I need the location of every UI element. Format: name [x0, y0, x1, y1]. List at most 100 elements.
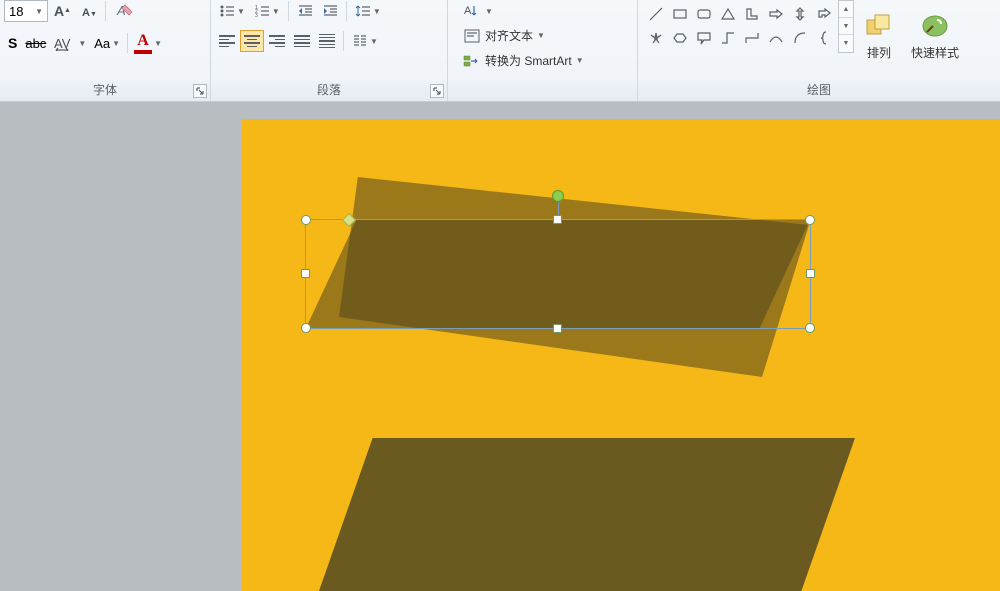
font-color-swatch: [134, 50, 152, 54]
shape-rectangle[interactable]: [668, 2, 692, 26]
line-spacing-button[interactable]: ▼: [351, 0, 385, 22]
align-text-button[interactable]: 对齐文本 ▼: [458, 24, 589, 47]
gallery-up-button[interactable]: ▲: [839, 1, 853, 18]
shape-star[interactable]: [644, 26, 668, 50]
arrange-icon: [863, 10, 895, 42]
bullets-button[interactable]: ▼: [215, 0, 249, 22]
shape-callout[interactable]: [692, 26, 716, 50]
decrease-indent-icon: [297, 3, 313, 19]
font-color-icon: A: [137, 32, 149, 50]
shape-brace[interactable]: [812, 26, 836, 50]
change-case-button[interactable]: Aa ▼: [90, 32, 124, 54]
slide-canvas[interactable]: [241, 119, 1000, 591]
shape-l[interactable]: [740, 2, 764, 26]
dropdown-arrow-icon: ▼: [78, 39, 86, 48]
svg-text:A: A: [464, 5, 472, 17]
paragraph-group-launcher[interactable]: [430, 84, 444, 98]
divider: [127, 33, 128, 53]
dropdown-arrow-icon: ▼: [237, 7, 245, 16]
text-direction-icon: A: [463, 3, 481, 19]
align-right-button[interactable]: [265, 30, 289, 52]
resize-handle-br[interactable]: [805, 323, 815, 333]
shape-line[interactable]: [644, 2, 668, 26]
distribute-icon: [319, 34, 335, 49]
font-color-button[interactable]: A ▼: [131, 30, 165, 56]
shapes-gallery[interactable]: [644, 0, 836, 53]
shape-hexagon[interactable]: [668, 26, 692, 50]
smartart-icon: [463, 53, 481, 69]
font-group-launcher[interactable]: [193, 84, 207, 98]
resize-handle-ml[interactable]: [301, 269, 310, 278]
shrink-font-icon: A▼: [80, 3, 96, 19]
arrange-button[interactable]: 排列: [856, 0, 902, 70]
shape-rounded-rect[interactable]: [692, 2, 716, 26]
strikethrough-button[interactable]: S: [4, 32, 21, 54]
smartart-button[interactable]: 转换为 SmartArt ▼: [458, 49, 589, 72]
align-left-button[interactable]: [215, 30, 239, 52]
distribute-button[interactable]: [315, 30, 339, 52]
ribbon: 18 ▼ A▲ A▼ A S: [0, 0, 1000, 102]
dropdown-arrow-icon: ▼: [35, 7, 43, 16]
dropdown-arrow-icon: ▼: [154, 39, 162, 48]
change-case-icon: Aa: [94, 36, 110, 51]
grow-font-button[interactable]: A▲: [50, 0, 74, 22]
gallery-down-button[interactable]: ▼: [839, 18, 853, 35]
justify-button[interactable]: [290, 30, 314, 52]
clear-format-button[interactable]: A: [111, 0, 139, 22]
shapes-gallery-scroll: ▲ ▼ ▼: [838, 0, 854, 53]
strikethrough2-icon: abc: [25, 36, 46, 51]
line-spacing-icon: [355, 3, 371, 19]
align-text-label: 对齐文本: [485, 27, 533, 44]
dropdown-arrow-icon: ▼: [576, 56, 584, 65]
char-spacing-button[interactable]: AV ▼: [50, 32, 90, 54]
shape-connector2[interactable]: [740, 26, 764, 50]
bullets-icon: [219, 3, 235, 19]
resize-handle-tl[interactable]: [301, 215, 311, 225]
svg-text:3: 3: [255, 13, 258, 19]
align-center-button[interactable]: [240, 30, 264, 52]
selected-parallelogram-shape[interactable]: [306, 220, 810, 328]
dropdown-arrow-icon: ▼: [370, 37, 378, 46]
shape-arc[interactable]: [788, 26, 812, 50]
decrease-indent-button[interactable]: [293, 0, 317, 22]
shape-arrow-updown[interactable]: [788, 2, 812, 26]
drawing-group: ▲ ▼ ▼ 排列 快速样式: [638, 0, 1000, 101]
dropdown-arrow-icon: ▼: [112, 39, 120, 48]
align-left-icon: [219, 35, 235, 47]
svg-text:A: A: [54, 3, 64, 19]
gallery-more-button[interactable]: ▼: [839, 35, 853, 52]
text-direction-button[interactable]: A ▼: [458, 0, 589, 22]
clear-format-icon: A: [115, 2, 135, 20]
shape-arrow-turn[interactable]: [812, 2, 836, 26]
shape-curve[interactable]: [764, 26, 788, 50]
shape-connector[interactable]: [716, 26, 740, 50]
shrink-font-button[interactable]: A▼: [76, 0, 100, 22]
quick-style-button[interactable]: 快速样式: [904, 0, 966, 70]
svg-text:▲: ▲: [64, 7, 70, 14]
divider: [346, 1, 347, 21]
strikethrough2-button[interactable]: abc: [21, 32, 50, 54]
workspace: [0, 102, 1000, 591]
smartart-label: 转换为 SmartArt: [485, 52, 572, 69]
svg-text:A: A: [82, 7, 90, 19]
columns-button[interactable]: ▼: [348, 30, 382, 52]
font-size-value: 18: [9, 4, 23, 19]
resize-handle-mr[interactable]: [806, 269, 815, 278]
divider: [288, 1, 289, 21]
paragraph-group: ▼ 1 2 3 ▼: [211, 0, 448, 101]
increase-indent-button[interactable]: [318, 0, 342, 22]
bottom-parallelogram-shape[interactable]: [319, 438, 855, 591]
increase-indent-icon: [322, 3, 338, 19]
dropdown-arrow-icon: ▼: [485, 7, 493, 16]
shape-arrow-right[interactable]: [764, 2, 788, 26]
numbering-icon: 1 2 3: [254, 3, 270, 19]
align-right-icon: [269, 35, 285, 47]
shape-triangle[interactable]: [716, 2, 740, 26]
strikethrough-icon: S: [8, 35, 17, 51]
font-group-label: 字体: [0, 81, 210, 101]
numbering-button[interactable]: 1 2 3 ▼: [250, 0, 284, 22]
columns-icon: [352, 33, 368, 49]
font-size-input[interactable]: 18 ▼: [4, 0, 48, 22]
arrange-label: 排列: [867, 44, 891, 61]
align-text-icon: [463, 28, 481, 44]
